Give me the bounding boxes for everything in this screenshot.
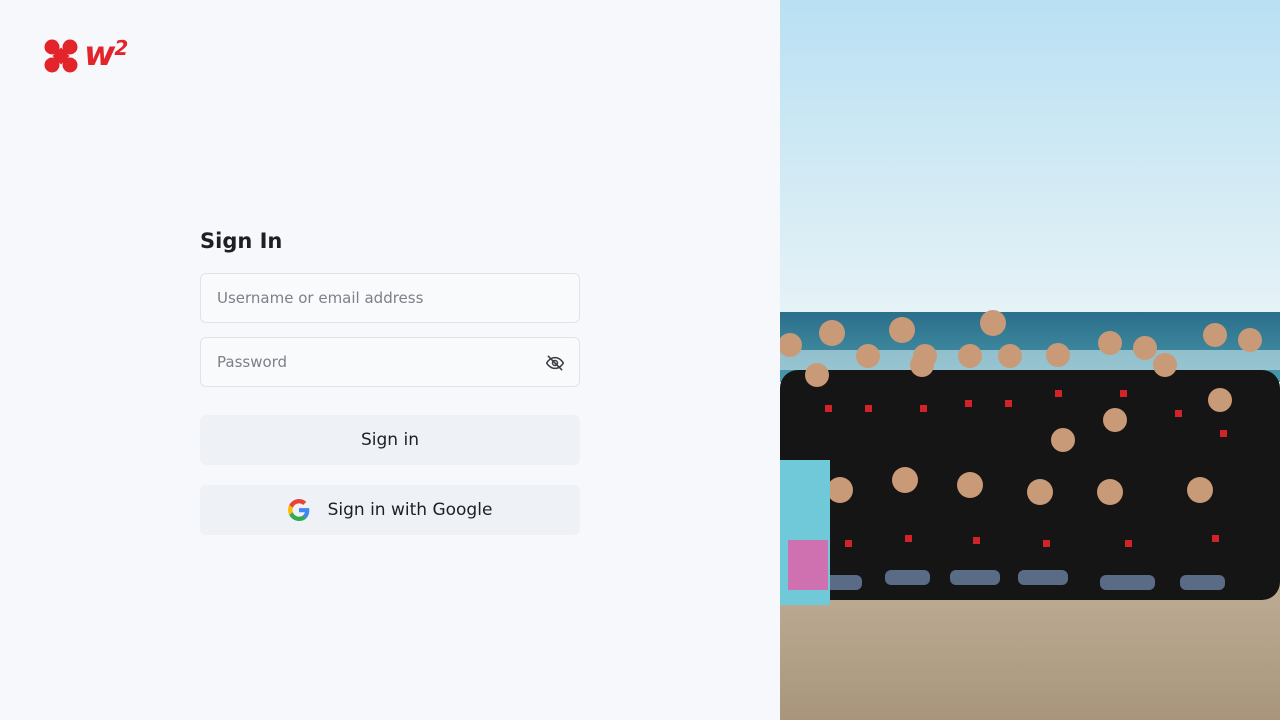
hero-photo-panel bbox=[780, 0, 1280, 720]
sign-in-form: Sign In Sign in Sign bbox=[200, 228, 580, 535]
username-input[interactable] bbox=[201, 274, 579, 322]
sign-in-button-label: Sign in bbox=[361, 430, 419, 450]
page-title: Sign In bbox=[200, 229, 283, 253]
brand-logo[interactable]: w2 bbox=[42, 36, 142, 76]
logo-mark-icon bbox=[42, 37, 80, 75]
eye-off-icon[interactable] bbox=[545, 353, 565, 373]
sign-in-button[interactable]: Sign in bbox=[200, 415, 580, 465]
google-sign-in-button[interactable]: Sign in with Google bbox=[200, 485, 580, 535]
password-field-wrapper bbox=[200, 337, 580, 387]
logo-wordmark: w2 bbox=[84, 34, 128, 74]
login-panel: w2 Sign In Sign in bbox=[0, 0, 780, 720]
google-button-label: Sign in with Google bbox=[327, 500, 493, 520]
username-field-wrapper bbox=[200, 273, 580, 323]
google-icon bbox=[287, 499, 309, 521]
team-photo bbox=[780, 0, 1280, 720]
password-input[interactable] bbox=[201, 338, 579, 386]
